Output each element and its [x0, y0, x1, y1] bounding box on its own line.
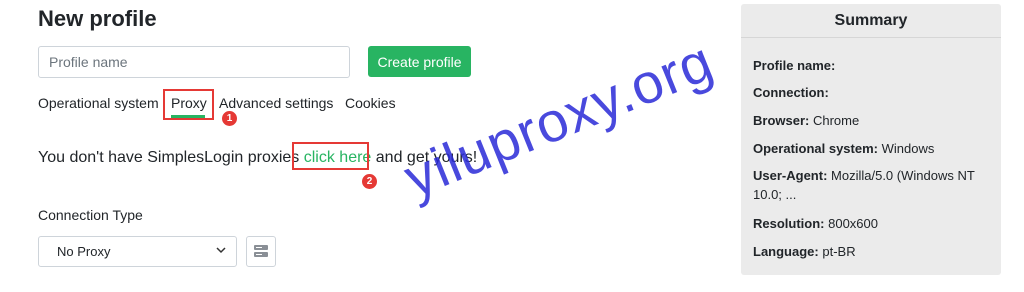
annotation-box-2: [292, 142, 369, 170]
annotation-box-1: [163, 89, 214, 120]
tab-cookies[interactable]: Cookies: [345, 95, 396, 111]
new-profile-page: New profile Create profile Operational s…: [0, 0, 1024, 292]
annotation-badge-1: 1: [222, 111, 237, 126]
page-title: New profile: [38, 6, 157, 31]
summary-row-profile-name: Profile name:: [753, 58, 836, 73]
summary-title: Summary: [741, 4, 1001, 38]
proxy-notice-suffix: and get yours!: [371, 149, 478, 166]
create-profile-button[interactable]: Create profile: [368, 46, 471, 77]
summary-row-operational-system: Operational system: Windows: [753, 141, 935, 156]
chevron-down-icon: [216, 247, 226, 254]
proxy-notice: You don't have SimplesLogin proxies clic…: [38, 149, 477, 167]
summary-row-user-agent: User-Agent: Mozilla/5.0 (Windows NT 10.0…: [753, 168, 975, 202]
summary-row-language: Language: pt-BR: [753, 244, 856, 259]
connection-type-label: Connection Type: [38, 207, 143, 223]
server-icon: [254, 245, 268, 257]
proxy-notice-prefix: You don't have SimplesLogin proxies: [38, 149, 304, 166]
profile-name-input[interactable]: [38, 46, 350, 78]
summary-panel: Summary Profile name: Connection: Browse…: [741, 4, 1001, 275]
proxy-settings-button[interactable]: [246, 236, 276, 267]
tab-operational-system[interactable]: Operational system: [38, 95, 159, 111]
connection-type-value: No Proxy: [57, 244, 111, 259]
summary-row-connection: Connection:: [753, 85, 829, 100]
annotation-badge-2: 2: [362, 174, 377, 189]
connection-type-select[interactable]: No Proxy: [38, 236, 237, 267]
summary-row-resolution: Resolution: 800x600: [753, 216, 878, 231]
summary-row-browser: Browser: Chrome: [753, 113, 860, 128]
tab-advanced-settings[interactable]: Advanced settings: [219, 95, 333, 111]
